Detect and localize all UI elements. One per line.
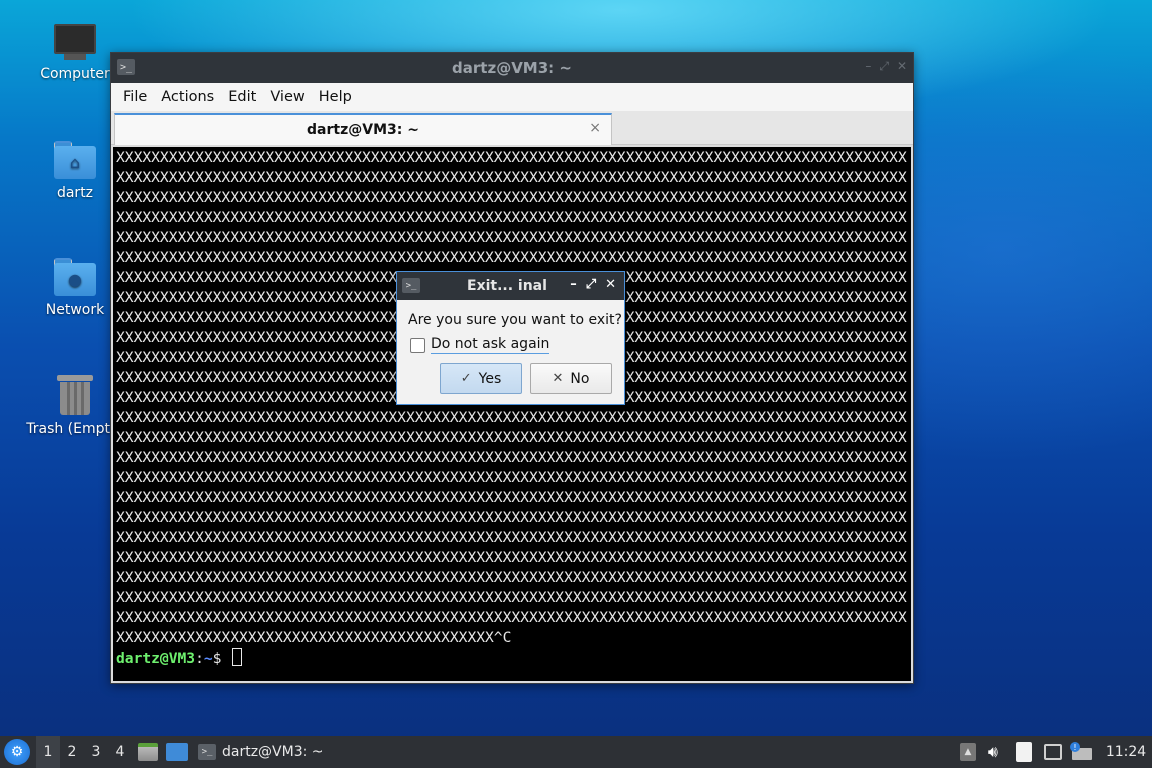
workspace-1[interactable]: 1 xyxy=(36,736,60,768)
workspace-2[interactable]: 2 xyxy=(60,736,84,768)
update-notifier-icon[interactable]: ! xyxy=(1070,742,1092,760)
maximize-button[interactable]: ⤢ xyxy=(879,59,889,74)
terminal-output-line: XXXXXXXXXXXXXXXXXXXXXXXXXXXXXXXXXXXXXXXX… xyxy=(116,509,907,526)
tray-expand-icon[interactable]: ▲ xyxy=(959,743,976,761)
dialog-maximize-button[interactable]: ⤢ xyxy=(586,277,596,292)
system-tray: ▲ 🔊︎ ! 11:24 xyxy=(959,736,1152,768)
desktop-icon-label: Computer xyxy=(40,66,110,82)
terminal-output-line: XXXXXXXXXXXXXXXXXXXXXXXXXXXXXXXXXXXXXXXX… xyxy=(116,589,907,606)
terminal-icon: >_ xyxy=(198,744,216,760)
desktop-icon-label: dartz xyxy=(56,185,94,201)
network-folder-icon: ● xyxy=(54,258,96,296)
terminal-output-line: XXXXXXXXXXXXXXXXXXXXXXXXXXXXXXXXXXXXXXXX… xyxy=(116,189,907,206)
workspace-3[interactable]: 3 xyxy=(84,736,108,768)
menu-bar: File Actions Edit View Help xyxy=(111,83,913,111)
terminal-output-line: XXXXXXXXXXXXXXXXXXXXXXXXXXXXXXXXXXXXXXXX… xyxy=(116,609,907,626)
dialog-title: Exit... inal xyxy=(467,278,547,294)
tab-bar: dartz@VM3: ~ × xyxy=(111,111,913,145)
window-titlebar[interactable]: >_ dartz@VM3: ~ – ⤢ ✕ xyxy=(111,53,913,83)
terminal-output-line: XXXXXXXXXXXXXXXXXXXXXXXXXXXXXXXXXXXXXXXX… xyxy=(116,529,907,546)
yes-label: Yes xyxy=(478,370,502,387)
no-button[interactable]: ✕ No xyxy=(530,363,612,394)
file-manager-icon[interactable] xyxy=(138,743,158,761)
terminal-output-line: XXXXXXXXXXXXXXXXXXXXXXXXXXXXXXXXXXXXXXXX… xyxy=(116,209,907,226)
terminal-output-line: XXXXXXXXXXXXXXXXXXXXXXXXXXXXXXXXXXXXXXXX… xyxy=(116,169,907,186)
dialog-message: Are you sure you want to exit? xyxy=(408,312,622,328)
tab-close-icon[interactable]: × xyxy=(589,120,601,136)
checkbox-box[interactable] xyxy=(410,337,425,353)
prompt-symbol: $ xyxy=(212,650,231,667)
no-label: No xyxy=(570,370,590,387)
start-menu-icon[interactable]: ⚙ xyxy=(4,739,30,765)
clock[interactable]: 11:24 xyxy=(1104,744,1148,760)
menu-view[interactable]: View xyxy=(263,89,311,105)
terminal-output-line: XXXXXXXXXXXXXXXXXXXXXXXXXXXXXXXXXXXXXXXX… xyxy=(116,429,907,446)
yes-button[interactable]: ✓ Yes xyxy=(440,363,522,394)
terminal-output-line: XXXXXXXXXXXXXXXXXXXXXXXXXXXXXXXXXXXXXXXX… xyxy=(116,569,907,586)
prompt-user-host: dartz@VM3 xyxy=(116,650,196,667)
menu-help[interactable]: Help xyxy=(312,89,359,105)
do-not-ask-checkbox[interactable]: Do not ask again xyxy=(410,336,550,354)
minimize-button[interactable]: – xyxy=(865,59,871,74)
desktop-icon-label: Network xyxy=(45,302,105,318)
terminal-output-line: XXXXXXXXXXXXXXXXXXXXXXXXXXXXXXXXXXXXXXXX… xyxy=(116,629,512,646)
terminal-output-line: XXXXXXXXXXXXXXXXXXXXXXXXXXXXXXXXXXXXXXXX… xyxy=(116,469,907,486)
clipboard-icon[interactable] xyxy=(1016,742,1032,762)
dialog-close-button[interactable]: ✕ xyxy=(605,277,616,292)
terminal-output-line: XXXXXXXXXXXXXXXXXXXXXXXXXXXXXXXXXXXXXXXX… xyxy=(116,449,907,466)
task-label: dartz@VM3: ~ xyxy=(222,744,324,760)
terminal-output-line: XXXXXXXXXXXXXXXXXXXXXXXXXXXXXXXXXXXXXXXX… xyxy=(116,149,907,166)
menu-file[interactable]: File xyxy=(116,89,154,105)
terminal-output-line: XXXXXXXXXXXXXXXXXXXXXXXXXXXXXXXXXXXXXXXX… xyxy=(116,229,907,246)
terminal-output-line: XXXXXXXXXXXXXXXXXXXXXXXXXXXXXXXXXXXXXXXX… xyxy=(116,409,907,426)
volume-icon[interactable]: 🔊︎ xyxy=(988,742,998,762)
prompt-path: ~ xyxy=(203,650,213,667)
tab-terminal[interactable]: dartz@VM3: ~ × xyxy=(114,113,612,145)
close-button[interactable]: ✕ xyxy=(897,59,907,74)
terminal-icon: >_ xyxy=(402,278,420,293)
terminal-output[interactable]: XXXXXXXXXXXXXXXXXXXXXXXXXXXXXXXXXXXXXXXX… xyxy=(113,147,911,681)
computer-icon xyxy=(54,24,96,60)
taskbar-task-terminal[interactable]: >_ dartz@VM3: ~ xyxy=(198,738,448,766)
dialog-minimize-button[interactable]: – xyxy=(570,277,577,292)
terminal-output-line: XXXXXXXXXXXXXXXXXXXXXXXXXXXXXXXXXXXXXXXX… xyxy=(116,249,907,266)
menu-actions[interactable]: Actions xyxy=(154,89,221,105)
workspace-4[interactable]: 4 xyxy=(108,736,132,768)
window-title: dartz@VM3: ~ xyxy=(452,59,572,77)
check-icon: ✓ xyxy=(460,371,472,386)
terminal-output-line: XXXXXXXXXXXXXXXXXXXXXXXXXXXXXXXXXXXXXXXX… xyxy=(116,489,907,506)
tab-label: dartz@VM3: ~ xyxy=(307,122,419,138)
menu-edit[interactable]: Edit xyxy=(221,89,263,105)
network-icon[interactable] xyxy=(1044,744,1062,760)
taskbar: ⚙ 1 2 3 4 >_ dartz@VM3: ~ ▲ 🔊︎ ! 11:24 xyxy=(0,736,1152,768)
x-icon: ✕ xyxy=(552,371,564,386)
prompt-line: dartz@VM3:~$ xyxy=(116,648,910,668)
home-folder-icon: ⌂ xyxy=(54,141,96,179)
prompt-sep: : xyxy=(195,650,204,667)
exit-confirm-dialog: >_ Exit... inal – ⤢ ✕ Are you sure you w… xyxy=(396,271,625,405)
trash-icon xyxy=(57,373,93,415)
terminal-icon: >_ xyxy=(117,59,135,75)
checkbox-label[interactable]: Do not ask again xyxy=(431,336,550,354)
terminal-output-line: XXXXXXXXXXXXXXXXXXXXXXXXXXXXXXXXXXXXXXXX… xyxy=(116,549,907,566)
show-desktop-icon[interactable] xyxy=(166,743,188,761)
text-cursor xyxy=(232,648,243,666)
dialog-titlebar[interactable]: >_ Exit... inal – ⤢ ✕ xyxy=(397,272,624,300)
